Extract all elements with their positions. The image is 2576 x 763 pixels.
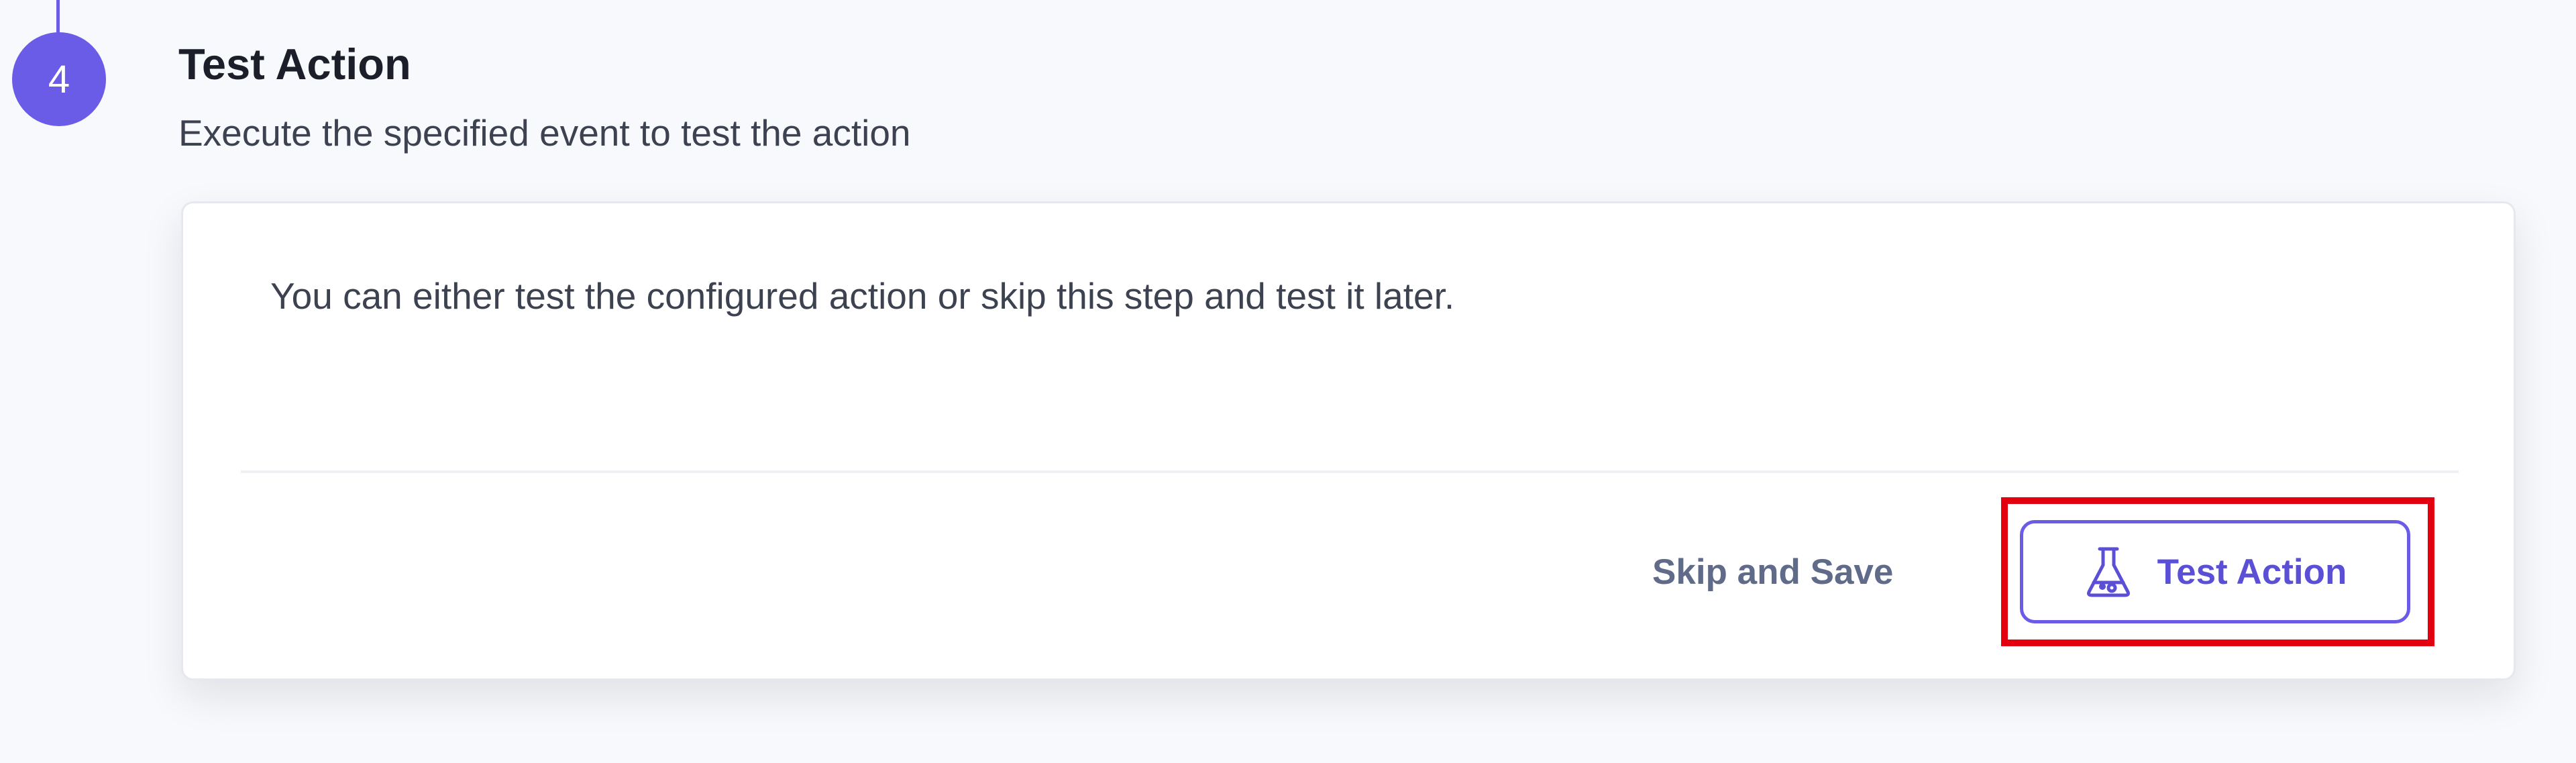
test-action-button[interactable]: Test Action [2020, 520, 2410, 623]
skip-and-save-button[interactable]: Skip and Save [1646, 546, 1900, 599]
card-message: You can either test the configured actio… [270, 275, 1455, 317]
step-subtitle: Execute the specified event to test the … [178, 112, 911, 154]
test-action-card: You can either test the configured actio… [181, 201, 2516, 680]
stepper-connector-line [56, 0, 60, 35]
step-number-badge: 4 [12, 32, 106, 126]
step-number: 4 [48, 57, 70, 101]
step-title: Test Action [178, 40, 411, 89]
test-action-label: Test Action [2157, 552, 2347, 592]
card-divider [241, 470, 2459, 473]
flask-icon [2084, 545, 2133, 599]
